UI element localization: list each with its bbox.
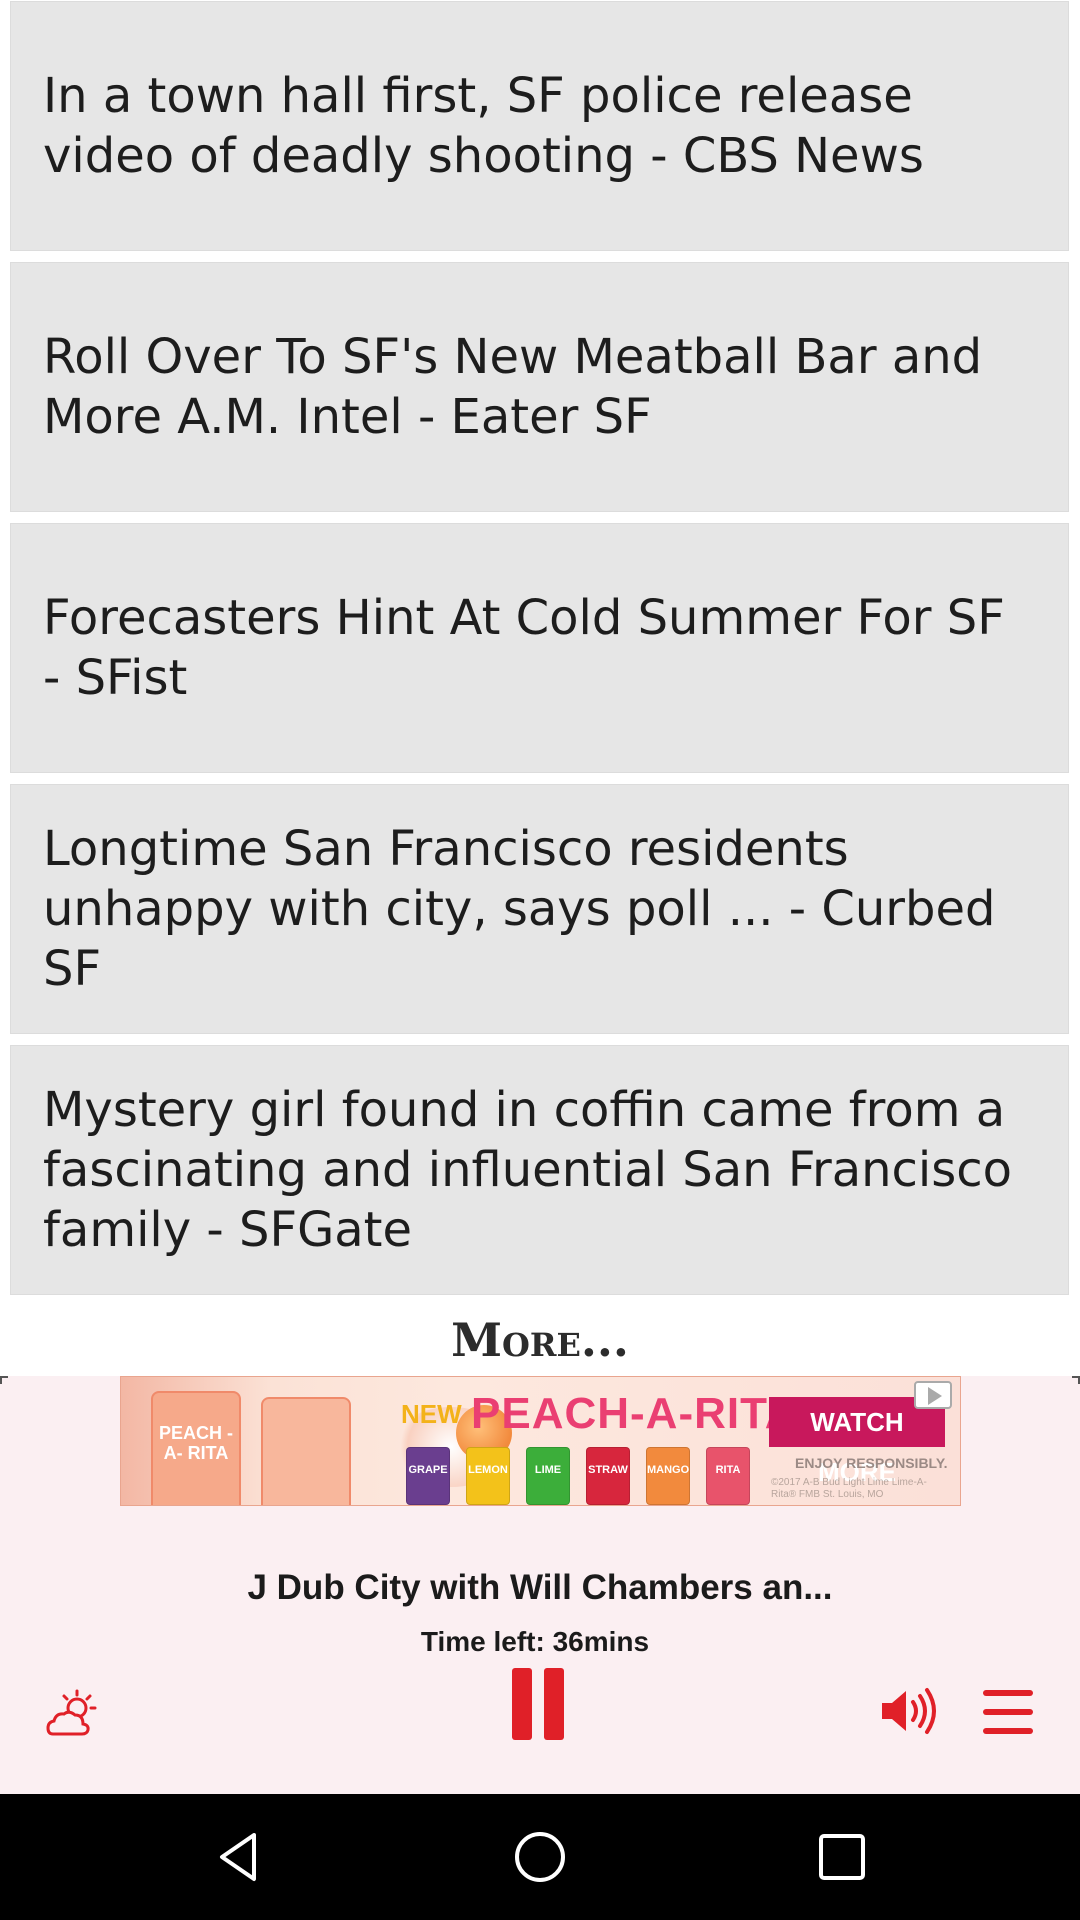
ad-banner[interactable]: PEACH -A- RITA NEW PEACH-A-RITA GRAPE LE…	[120, 1376, 961, 1506]
ad-flavor-can: LEMON	[466, 1447, 510, 1505]
pause-bar	[512, 1668, 532, 1740]
ad-corner-marker	[0, 1376, 8, 1384]
player-panel: PEACH -A- RITA NEW PEACH-A-RITA GRAPE LE…	[0, 1376, 1080, 1794]
pause-bar	[544, 1668, 564, 1740]
back-icon[interactable]	[210, 1827, 270, 1887]
pause-icon[interactable]	[509, 1668, 569, 1744]
time-left-label: Time left: 36mins	[420, 1626, 650, 1657]
news-item[interactable]: Roll Over To SF's New Meatball Bar and M…	[10, 262, 1069, 512]
volume-icon[interactable]	[880, 1686, 938, 1736]
news-headline: Forecasters Hint At Cold Summer For SF -…	[43, 590, 1005, 706]
menu-icon[interactable]	[980, 1688, 1036, 1736]
now-playing-title: J Dub City with Will Chambers an...	[247, 1568, 833, 1607]
ad-product-can	[261, 1397, 351, 1505]
ad-flavor-label: LEMON	[468, 1464, 508, 1476]
news-headline: Longtime San Francisco residents unhappy…	[43, 821, 996, 997]
ad-headline: PEACH-A-RITA	[471, 1389, 798, 1438]
ad-flavor-can: GRAPE	[406, 1447, 450, 1505]
more-link[interactable]: More...	[0, 1305, 1080, 1375]
weather-icon[interactable]	[45, 1686, 101, 1742]
ad-product-can: PEACH -A- RITA	[151, 1391, 241, 1505]
recents-icon[interactable]	[812, 1827, 872, 1887]
ad-flavor-label: STRAW	[588, 1464, 628, 1476]
menu-line	[983, 1728, 1033, 1734]
ad-flavor-label: LIME	[534, 1464, 562, 1476]
home-icon[interactable]	[510, 1827, 570, 1887]
ad-flavor-can: STRAW	[586, 1447, 630, 1505]
ad-flavor-label: MANGO	[647, 1464, 690, 1476]
system-nav-bar	[0, 1794, 1080, 1920]
ad-fine-print: ©2017 A-B Bud Light Lime Lime-A-Rita® FM…	[771, 1477, 927, 1500]
ad-new-label: NEW	[401, 1399, 462, 1429]
ad-flavor-can: MANGO	[646, 1447, 690, 1505]
ad-corner-marker	[1072, 1376, 1080, 1384]
ad-choices-icon[interactable]	[914, 1381, 952, 1409]
news-headline: Roll Over To SF's New Meatball Bar and M…	[43, 329, 983, 445]
menu-line	[983, 1690, 1033, 1696]
news-item[interactable]: In a town hall first, SF police release …	[10, 1, 1069, 251]
news-headline: In a town hall first, SF police release …	[43, 68, 924, 184]
ad-can-label: PEACH -A- RITA	[158, 1423, 233, 1463]
ad-flavor-can: RITA	[706, 1447, 750, 1505]
news-item[interactable]: Longtime San Francisco residents unhappy…	[10, 784, 1069, 1034]
news-item[interactable]: Forecasters Hint At Cold Summer For SF -…	[10, 523, 1069, 773]
menu-line	[983, 1709, 1033, 1715]
news-headline: Mystery girl found in coffin came from a…	[43, 1082, 1013, 1258]
news-item[interactable]: Mystery girl found in coffin came from a…	[10, 1045, 1069, 1295]
ad-disclaimer: ENJOY RESPONSIBLY.	[795, 1455, 948, 1471]
ad-flavor-label: RITA	[715, 1464, 741, 1476]
ad-flavor-label: GRAPE	[408, 1464, 448, 1476]
ad-flavor-can: LIME	[526, 1447, 570, 1505]
